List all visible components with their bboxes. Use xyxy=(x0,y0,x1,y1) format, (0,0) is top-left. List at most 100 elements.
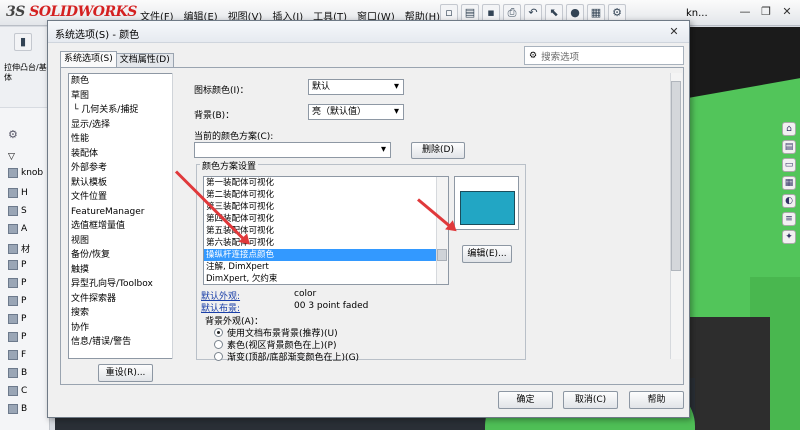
category-item-sketch[interactable]: 草图 xyxy=(69,89,183,104)
category-item-spin-box-increments[interactable]: 选值框增量值 xyxy=(69,219,183,234)
icon-color-label: 图标颜色(I)： xyxy=(194,86,249,96)
tree-item[interactable]: P xyxy=(8,314,26,324)
file-explorer-icon[interactable]: ▭ xyxy=(782,158,796,172)
scheme-item[interactable]: 第三装配体可视化 xyxy=(204,201,448,213)
tree-item[interactable]: 材 xyxy=(8,242,30,255)
category-item-file-locations[interactable]: 文件位置 xyxy=(69,190,183,205)
dialog-titlebar: 系统选项(S) - 颜色 ✕ xyxy=(48,21,689,43)
model-shadow xyxy=(690,317,770,430)
category-item-performance[interactable]: 性能 xyxy=(69,132,183,147)
minimize-icon[interactable]: — xyxy=(736,4,754,20)
tree-item[interactable]: P xyxy=(8,296,26,306)
tree-item[interactable]: B xyxy=(8,368,27,378)
category-item-file-explorer[interactable]: 文件探索器 xyxy=(69,292,183,307)
resources-icon[interactable]: ⌂ xyxy=(782,122,796,136)
cancel-button[interactable]: 取消(C) xyxy=(563,391,618,409)
scheme-list-scroll-thumb[interactable] xyxy=(437,249,447,261)
dialog-title: 系统选项(S) - 颜色 xyxy=(55,30,140,41)
ok-button[interactable]: 确定 xyxy=(498,391,553,409)
feature-tree-icon[interactable]: ⚙ xyxy=(8,128,18,141)
help-button[interactable]: 帮助 xyxy=(629,391,684,409)
options-scroll-thumb[interactable] xyxy=(671,81,681,271)
tree-item[interactable]: H xyxy=(8,188,28,198)
panel-tab-icons: ⚙ xyxy=(8,128,18,141)
category-list: 颜色 草图 └ 几何关系/捕捉 显示/选择 性能 装配体 外部参考 默认模板 文… xyxy=(68,73,184,359)
feature-manager-panel: ⚙ ▽ knob H S A 材 P P P P P F B C B xyxy=(0,108,50,430)
system-options-dialog: 系统选项(S) - 颜色 ✕ 系统选项(S) 文档属性(D) ⚙ 搜索选项 颜色… xyxy=(47,20,690,418)
category-item-hole-wizard-toolbox[interactable]: 异型孔向导/Toolbox xyxy=(69,277,183,292)
restore-icon[interactable]: ❐ xyxy=(757,4,775,20)
category-item-relations-snaps[interactable]: └ 几何关系/捕捉 xyxy=(69,103,183,118)
filter-icon[interactable]: ▽ xyxy=(8,152,15,162)
default-scene-link[interactable]: 默认布景: xyxy=(201,301,240,314)
view-palette-icon[interactable]: ▦ xyxy=(782,176,796,190)
category-item-default-templates[interactable]: 默认模板 xyxy=(69,176,183,191)
category-item-assemblies[interactable]: 装配体 xyxy=(69,147,183,162)
graphics-viewport[interactable]: ⌂ ▤ ▭ ▦ ◐ ≡ ✦ xyxy=(690,27,800,430)
scheme-item[interactable]: 第四装配体可视化 xyxy=(204,213,448,225)
dialog-tabs: 系统选项(S) 文档属性(D) xyxy=(60,51,174,67)
tree-item[interactable]: C xyxy=(8,386,27,396)
radio-icon xyxy=(214,328,223,337)
category-item-messages-errors-warnings[interactable]: 信息/错误/警告 xyxy=(69,335,183,350)
tree-item[interactable]: F xyxy=(8,350,26,360)
category-item-display-selection[interactable]: 显示/选择 xyxy=(69,118,183,133)
color-swatch xyxy=(460,191,515,225)
default-scene-value: 00 3 point faded xyxy=(294,301,369,311)
window-controls: — ❐ ✕ xyxy=(736,4,796,20)
reset-button[interactable]: 重设(R)... xyxy=(98,364,153,382)
scheme-item-selected[interactable]: 操纵杆连接点颜色 xyxy=(204,249,448,261)
appearances-icon[interactable]: ◐ xyxy=(782,194,796,208)
current-scheme-select[interactable] xyxy=(194,142,391,158)
tree-item[interactable]: A xyxy=(8,224,27,234)
design-library-icon[interactable]: ▤ xyxy=(782,140,796,154)
radio-icon xyxy=(214,340,223,349)
tree-root[interactable]: knob xyxy=(8,168,43,178)
category-item-search[interactable]: 搜索 xyxy=(69,306,183,321)
edit-button[interactable]: 编辑(E)... xyxy=(462,245,512,263)
custom-properties-icon[interactable]: ≡ xyxy=(782,212,796,226)
tree-item[interactable]: P xyxy=(8,260,26,270)
delete-button[interactable]: 删除(D) xyxy=(411,142,465,159)
background-label: 背景(B)： xyxy=(194,111,235,121)
scheme-item[interactable]: 注解, DimXpert xyxy=(204,261,448,273)
icon-color-select[interactable]: 默认 xyxy=(308,79,404,95)
user-label[interactable]: kn... xyxy=(686,8,708,19)
tree-item[interactable]: P xyxy=(8,278,26,288)
solidworks-logo: 3S SOLIDWORKS xyxy=(6,4,137,20)
extrude-boss-icon[interactable]: ▮ xyxy=(14,33,32,51)
bg-option-gradient[interactable]: 渐变(顶部/底部渐变颜色在上)(G) xyxy=(214,350,359,363)
scheme-item[interactable]: 第二装配体可视化 xyxy=(204,189,448,201)
scheme-settings-title: 颜色方案设置 xyxy=(200,159,259,172)
category-item-external-references[interactable]: 外部参考 xyxy=(69,161,183,176)
default-appearance-value: color xyxy=(294,289,317,299)
search-input[interactable]: 搜索选项 xyxy=(541,49,579,63)
command-manager: ▮ 拉伸凸台/基体 特征 xyxy=(0,27,50,135)
tree-item[interactable]: P xyxy=(8,332,26,342)
category-item-touch[interactable]: 触摸 xyxy=(69,263,183,278)
solidworks-forum-icon[interactable]: ✦ xyxy=(782,230,796,244)
category-item-backup-recover[interactable]: 备份/恢复 xyxy=(69,248,183,263)
current-scheme-label: 当前的颜色方案(C): xyxy=(194,132,274,142)
radio-icon xyxy=(214,352,223,361)
scheme-item[interactable]: 第一装配体可视化 xyxy=(204,177,448,189)
search-options-box[interactable]: ⚙ 搜索选项 xyxy=(524,46,684,65)
close-window-icon[interactable]: ✕ xyxy=(778,4,796,20)
background-select[interactable]: 亮（默认值） xyxy=(308,104,404,120)
category-item-colors[interactable]: 颜色 xyxy=(69,74,183,89)
scheme-item[interactable]: DimXpert, 欠约束 xyxy=(204,273,448,284)
task-pane-tabs: ⌂ ▤ ▭ ▦ ◐ ≡ ✦ xyxy=(782,122,796,244)
extrude-boss-label[interactable]: 拉伸凸台/基体 xyxy=(4,63,48,83)
category-item-collaboration[interactable]: 协作 xyxy=(69,321,183,336)
tab-system-options[interactable]: 系统选项(S) xyxy=(60,51,117,67)
category-item-view[interactable]: 视图 xyxy=(69,234,183,249)
color-scheme-list: 第一装配体可视化 第二装配体可视化 第三装配体可视化 第四装配体可视化 第五装配… xyxy=(203,176,449,285)
category-item-featuremanager[interactable]: FeatureManager xyxy=(69,205,183,220)
tab-document-properties[interactable]: 文档属性(D) xyxy=(115,53,174,67)
category-scrollbar[interactable] xyxy=(172,73,184,359)
dialog-close-icon[interactable]: ✕ xyxy=(663,24,685,40)
tree-item[interactable]: B xyxy=(8,404,27,414)
gear-icon: ⚙ xyxy=(529,50,538,61)
color-preview-box xyxy=(454,176,519,230)
tree-item[interactable]: S xyxy=(8,206,27,216)
